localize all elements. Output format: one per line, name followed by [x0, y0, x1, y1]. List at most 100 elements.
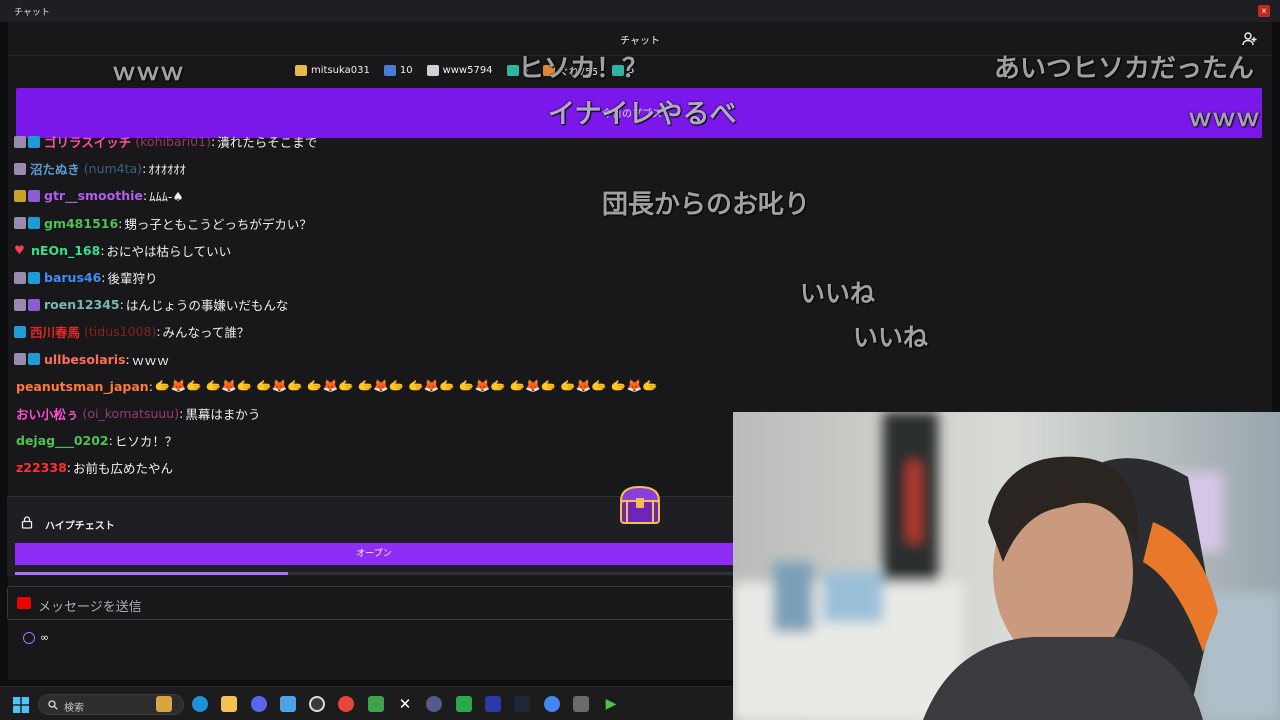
sub-badge-icon[interactable] [14, 353, 26, 366]
chat-username[interactable]: ゴリラスイッチ [44, 132, 131, 151]
chat-message-text: はんじょうの事嫌いだもんな [125, 298, 289, 314]
steam-icon[interactable] [514, 696, 530, 712]
drive-icon[interactable] [456, 696, 472, 712]
obs-studio-icon[interactable] [309, 696, 325, 712]
chat-separator: : [66, 460, 71, 476]
chat-message[interactable]: ゴリラスイッチ (kohibari01): 潰れたらそこまで [14, 128, 734, 155]
chat-username[interactable]: roen12345 [44, 297, 120, 312]
gift-leader-name: 10 [399, 65, 413, 76]
gift-icon [426, 65, 439, 76]
chat-message[interactable]: z22338: お前も広めたやん [14, 454, 734, 481]
chat-username[interactable]: barus46 [44, 270, 101, 285]
purple-badge-icon[interactable] [28, 189, 40, 202]
purple-badge-icon[interactable] [28, 298, 40, 311]
gift-leader-item[interactable]: www5794 [426, 65, 493, 76]
prime-badge-icon[interactable] [28, 135, 40, 148]
edge-browser-icon[interactable] [192, 696, 208, 712]
sub-badge-icon[interactable] [14, 135, 26, 148]
chat-message[interactable]: ♥ nEOn_168: おにやは枯らしていい [14, 237, 734, 264]
chat-username[interactable]: おい小松ぅ [16, 404, 79, 423]
chat-username[interactable]: peanutsman_japan [16, 379, 149, 394]
notepad-icon[interactable] [280, 696, 296, 712]
chat-username[interactable]: dejag___0202 [16, 433, 109, 448]
chat-message-input[interactable]: メッセージを送信 [7, 586, 733, 620]
prime-badge-icon[interactable] [28, 217, 40, 230]
sub-badge-icon[interactable] [14, 217, 26, 230]
window-close-button[interactable]: x [1258, 5, 1270, 17]
file-explorer-icon[interactable] [221, 696, 237, 712]
chat-message-text: 後輩狩り [107, 271, 158, 287]
chat-separator: : [179, 405, 184, 421]
gold-badge-icon[interactable] [14, 189, 26, 202]
chat-message[interactable]: 沼たぬき (num4ta): ｵｵｵｵｵｵ [14, 155, 734, 182]
chat-separator: : [101, 270, 106, 286]
sub-badge-icon[interactable] [14, 271, 26, 284]
chat-message[interactable]: おい小松ぅ (oi_komatsuuu): 黒幕はまかう [14, 400, 734, 427]
timer-icon[interactable] [23, 632, 35, 644]
gift-leader-item[interactable]: mitsuka031 [295, 65, 370, 76]
chat-login-name[interactable]: (tidus1008) [84, 324, 156, 339]
lock-icon [21, 516, 33, 529]
community-users-icon[interactable] [1242, 31, 1258, 47]
chat-username[interactable]: gtr__smoothie [44, 188, 143, 203]
chat-username[interactable]: z22338 [16, 460, 67, 475]
chat-message[interactable]: roen12345: はんじょうの事嫌いだもんな [14, 291, 734, 318]
chat-login-name[interactable]: (oi_komatsuuu) [83, 406, 180, 421]
hype-chest-open-button[interactable]: オープン [15, 543, 733, 565]
chat-username[interactable]: ullbesolaris [44, 352, 126, 367]
gift-leader-name: www5794 [442, 65, 493, 76]
prime-badge-icon[interactable] [28, 353, 40, 366]
media-app-icon[interactable]: ▶ [603, 696, 619, 712]
chat-message-text: 黒幕はまかう [185, 406, 261, 422]
chat-message-text: 🫱🦊🫱 🫱🦊🫱 🫱🦊🫱 🫱🦊🫱 🫱🦊🫱 🫱🦊🫱 🫱🦊🫱 🫱🦊🫱 🫱🦊🫱 🫱🦊🫱 [154, 378, 658, 394]
chat-login-name[interactable]: (num4ta) [84, 161, 142, 176]
minecraft-icon[interactable] [368, 696, 384, 712]
window-manager-icon[interactable] [485, 696, 501, 712]
sub-badge-icon[interactable] [14, 162, 26, 175]
chat-username[interactable]: 沼たぬき [30, 159, 80, 178]
timer-text: ∞ [40, 631, 50, 644]
overlay-comment: いいね [800, 279, 876, 308]
windows-start-icon[interactable] [13, 697, 29, 713]
overlay-comment: ｗｗｗ [112, 58, 184, 86]
chat-message[interactable]: barus46: 後輩狩り [14, 264, 734, 291]
overlay-comment: ヒソカ！？ [518, 54, 649, 84]
chat-username[interactable]: 西川春馬 [30, 322, 80, 341]
chat-message-text: ｵｵｵｵｵｵ [148, 162, 186, 178]
voice-app-icon[interactable] [426, 696, 442, 712]
utility-app-icon[interactable] [573, 696, 589, 712]
gift-leader-item[interactable]: 10 [383, 65, 413, 76]
chat-message-text: おにやは枯らしていい [106, 243, 232, 259]
chat-message-text: 潰れたらそこまで [217, 135, 318, 151]
window-title: チャット [14, 8, 50, 18]
chat-message-text: みんなって誰？ [162, 325, 250, 341]
chrome-icon[interactable] [338, 696, 354, 712]
camera-icon[interactable] [17, 597, 31, 609]
hype-chest-title: ハイプチェスト [45, 521, 115, 532]
chat-username[interactable]: nEOn_168 [31, 243, 100, 258]
search-highlight-icon[interactable] [156, 696, 172, 712]
prime-badge-icon[interactable] [28, 271, 40, 284]
chat-separator: : [148, 378, 153, 394]
chat-separator: : [119, 297, 124, 313]
sub-badge-icon[interactable] [14, 298, 26, 311]
heart-badge-icon[interactable]: ♥ [14, 244, 27, 256]
chat-message[interactable]: ullbesolaris: ｗｗｗ [14, 346, 734, 373]
chat-message[interactable]: 西川春馬 (tidus1008): みんなって誰？ [14, 318, 734, 345]
prime-badge-icon[interactable] [14, 325, 26, 338]
chrome-profile-icon[interactable] [544, 696, 560, 712]
chat-message-text: 甥っ子ともこうどっちがデカい？ [124, 216, 312, 232]
x-app-icon[interactable]: ✕ [397, 696, 413, 712]
treasure-chest-icon[interactable] [617, 483, 663, 527]
chat-message-text: お前も広めたやん [72, 461, 173, 477]
chat-message-list: ゴリラスイッチ (kohibari01): 潰れたらそこまで 沼たぬき (num4ta)… [14, 128, 734, 481]
chat-message-text: ｗｗｗ [131, 352, 170, 368]
chat-separator: : [100, 242, 105, 258]
chat-username[interactable]: gm481516 [44, 216, 118, 231]
chat-message[interactable]: peanutsman_japan: 🫱🦊🫱 🫱🦊🫱 🫱🦊🫱 🫱🦊🫱 🫱🦊🫱 🫱🦊🫱… [14, 373, 734, 400]
chat-separator: : [210, 134, 216, 150]
chat-message[interactable]: dejag___0202: ヒソカ！？ [14, 427, 734, 454]
discord-icon[interactable] [251, 696, 267, 712]
chat-login-name[interactable]: (kohibari01) [135, 134, 211, 149]
gift-icon [506, 65, 519, 76]
